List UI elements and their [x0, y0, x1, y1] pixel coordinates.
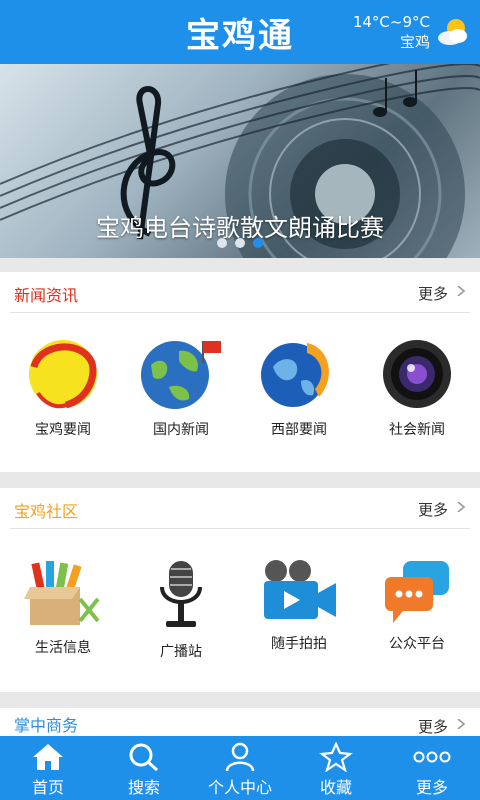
grid-item-label: 广播站: [160, 644, 202, 660]
microphone-icon: [160, 561, 202, 627]
section-header: 宝鸡社区 更多: [10, 488, 470, 529]
app-header: 宝鸡通 14°C~9°C 宝鸡: [0, 0, 480, 64]
section-title: 掌中商务: [14, 716, 79, 735]
grid-item-label: 宝鸡要闻: [35, 422, 91, 438]
grid-item-snapshots[interactable]: 随手拍拍: [244, 559, 354, 661]
banner-carousel[interactable]: 宝鸡电台诗歌散文朗诵比赛: [0, 64, 480, 258]
section-commerce: 掌中商务 更多: [0, 708, 480, 736]
grid-item-label: 国内新闻: [153, 422, 209, 438]
grid-item-label: 生活信息: [35, 640, 91, 656]
grid-item-public-platform[interactable]: 公众平台: [362, 559, 472, 661]
section-header: 新闻资讯 更多: [10, 272, 470, 313]
weather-city: 宝鸡: [399, 33, 430, 51]
section-community: 宝鸡社区 更多 生活信息 广播站 随手拍拍 公众平台: [0, 488, 480, 692]
grid-item-society-news[interactable]: 社会新闻: [362, 337, 472, 439]
weather-temperature: 14°C~9°C: [352, 13, 430, 31]
tab-favorites[interactable]: 收藏: [288, 736, 384, 800]
tab-home[interactable]: 首页: [0, 736, 96, 800]
search-icon: [129, 743, 158, 772]
tab-label: 首页: [31, 778, 64, 797]
home-icon: [33, 744, 63, 770]
chevron-right-icon[interactable]: [456, 286, 466, 296]
grid-item-label: 公众平台: [389, 636, 445, 652]
bottom-tab-bar: 首页 搜索 个人中心 收藏 更多: [0, 736, 480, 800]
grid-item-west-news[interactable]: 西部要闻: [244, 337, 354, 439]
globe-flag-icon: [141, 341, 221, 409]
section-news: 新闻资讯 更多 宝鸡要闻 国内新闻 西部要闻 社会新闻: [0, 272, 480, 472]
section-title: 宝鸡社区: [14, 502, 79, 521]
carousel-dot-active[interactable]: [253, 238, 263, 248]
more-link[interactable]: 更多: [418, 716, 448, 736]
chat-bubbles-icon: [385, 561, 449, 623]
carousel-indicator: [0, 238, 480, 248]
chevron-right-icon[interactable]: [456, 502, 466, 512]
red-ring-news-icon: [29, 340, 97, 409]
grid-item-baoji-news[interactable]: 宝鸡要闻: [8, 337, 118, 439]
tab-search[interactable]: 搜索: [96, 736, 192, 800]
grid-item-label: 西部要闻: [271, 422, 327, 438]
more-dots-icon: [413, 751, 451, 763]
camera-lens-icon: [383, 340, 451, 408]
star-icon: [319, 742, 353, 772]
video-camera-icon: [264, 560, 336, 619]
section-title: 新闻资讯: [14, 286, 79, 305]
tab-more[interactable]: 更多: [384, 736, 480, 800]
tab-label: 个人中心: [207, 778, 272, 797]
more-link[interactable]: 更多: [418, 499, 448, 520]
tab-label: 收藏: [319, 778, 352, 797]
chevron-right-icon[interactable]: [456, 719, 466, 729]
grid-item-broadcast[interactable]: 广播站: [126, 559, 236, 661]
grid-item-label: 社会新闻: [389, 422, 445, 438]
tab-label: 更多: [415, 778, 448, 797]
grid-item-life-info[interactable]: 生活信息: [8, 559, 118, 661]
carousel-dot[interactable]: [235, 238, 245, 248]
cloudy-sun-icon: [438, 19, 467, 45]
tab-label: 搜索: [127, 778, 160, 797]
more-link[interactable]: 更多: [418, 283, 448, 304]
globe-arrow-icon: [261, 343, 329, 407]
user-icon: [225, 742, 255, 772]
tab-profile[interactable]: 个人中心: [192, 736, 288, 800]
grid-item-domestic-news[interactable]: 国内新闻: [126, 337, 236, 439]
grid-item-label: 随手拍拍: [271, 636, 327, 652]
section-header: 掌中商务 更多: [10, 708, 470, 736]
weather-widget[interactable]: 14°C~9°C 宝鸡: [353, 10, 470, 54]
toolbox-icon: [24, 561, 100, 625]
carousel-dot[interactable]: [217, 238, 227, 248]
